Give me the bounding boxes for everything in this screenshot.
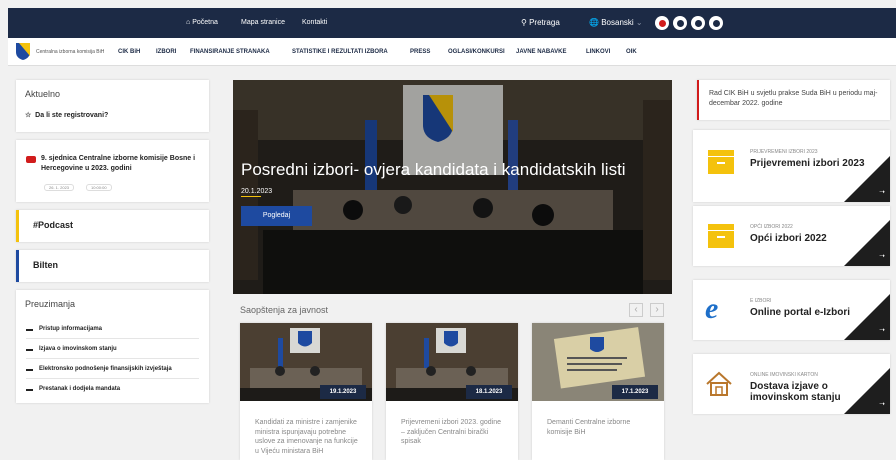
download-icon <box>26 325 33 331</box>
news-card[interactable]: 18.1.2023 Prijevremeni izbori 2023. godi… <box>386 323 518 460</box>
nav-finansiranje[interactable]: FINANSIRANJE STRANAKA <box>190 49 270 55</box>
prev-arrow-icon[interactable]: ‹ <box>629 303 643 317</box>
download-icon <box>26 345 33 351</box>
download-label: Pristup informacijama <box>39 326 103 332</box>
youtube-icon <box>26 156 36 163</box>
notice-card[interactable]: Rad CIK BiH u svjetlu prakse Suda BiH u … <box>697 80 890 120</box>
aktuelno-title: Aktuelno <box>25 89 61 99</box>
session-time: 10:00:00 <box>86 184 112 191</box>
contacts-link[interactable]: Kontakti <box>302 19 327 26</box>
next-arrow-icon[interactable]: › <box>650 303 664 317</box>
download-label: Izjava o imovinskom stanju <box>39 346 117 352</box>
news-card[interactable]: 17.1.2023 Demanti Centralne izborne komi… <box>532 323 664 460</box>
hero-date-underline <box>241 196 261 197</box>
notice-text: Rad CIK BiH u svjetlu prakse Suda BiH u … <box>709 90 878 107</box>
instagram-icon[interactable] <box>709 16 723 30</box>
download-item[interactable]: Elektronsko podnošenje finansijskih izvj… <box>26 365 172 372</box>
search-button[interactable]: ⚲ Pretraga <box>521 18 560 27</box>
registration-link[interactable]: ☆ Da li ste registrovani? <box>25 111 108 119</box>
aktuelno-card: Aktuelno ☆ Da li ste registrovani? <box>16 80 209 132</box>
nav-oglasi[interactable]: OGLASI/KONKURSI <box>448 49 505 55</box>
main-nav: Centralna izborna komisija BiH CIK BiH I… <box>8 38 896 66</box>
language-label: Bosanski <box>601 18 634 27</box>
quick-card-title: Opći izbori 2022 <box>750 233 827 244</box>
quick-card-title: Online portal e-Izbori <box>750 307 851 318</box>
nav-izbori[interactable]: IZBORI <box>156 49 176 55</box>
coat-of-arms-icon <box>16 43 30 60</box>
ballot-box-icon <box>708 150 734 174</box>
quick-card-caption: E IZBORI <box>750 298 772 304</box>
downloads-card: Preuzimanja Pristup informacijama Izjava… <box>16 290 209 403</box>
news-text: Demanti Centralne izborne komisije BiH <box>547 419 631 436</box>
press-title: Saopštenja za javnost <box>240 305 329 315</box>
news-date: 19.1.2023 <box>320 385 366 399</box>
quick-card-general-elections[interactable]: OPĆI IZBORI 2022 Opći izbori 2022 ➝ <box>693 206 890 266</box>
house-icon <box>706 371 732 396</box>
bilten-card[interactable]: Bilten <box>16 250 209 282</box>
quick-card-caption: ONLINE IMOVINSKI KARTON <box>750 372 818 378</box>
news-card[interactable]: 19.1.2023 Kandidati za ministre i zamjen… <box>240 323 372 460</box>
downloads-title: Preuzimanja <box>25 299 76 309</box>
nav-javne-nabavke[interactable]: JAVNE NABAVKE <box>516 49 566 55</box>
download-label: Prestanak i dodjela mandata <box>39 386 121 392</box>
quick-card-e-izbori[interactable]: e E IZBORI Online portal e-Izbori ➝ <box>693 280 890 340</box>
download-icon <box>26 365 33 371</box>
nav-oik[interactable]: OIK <box>626 49 637 55</box>
nav-cik-bih[interactable]: CIK BiH <box>118 49 140 55</box>
podcast-label: #Podcast <box>33 220 74 230</box>
bilten-label: Bilten <box>33 260 59 270</box>
facebook-icon[interactable] <box>673 16 687 30</box>
top-bar: ⌂ Početna Mapa stranice Kontakti ⚲ Pretr… <box>8 8 896 38</box>
home-link[interactable]: ⌂ Početna <box>186 19 218 26</box>
divider <box>26 358 199 359</box>
youtube-icon[interactable] <box>655 16 669 30</box>
news-text: Kandidati za ministre i zamjenike minist… <box>255 419 358 455</box>
language-select[interactable]: 🌐 Bosanski ⌄ <box>589 18 643 27</box>
star-icon: ☆ <box>25 112 32 119</box>
session-card[interactable]: 9. sjednica Centralne izborne komisije B… <box>16 140 209 202</box>
download-icon <box>26 385 33 391</box>
download-item[interactable]: Prestanak i dodjela mandata <box>26 385 120 392</box>
quick-card-early-elections[interactable]: PRIJEVREMENI IZBORI 2023 Prijevremeni iz… <box>693 130 890 202</box>
nav-press[interactable]: PRESS <box>410 49 430 55</box>
divider <box>26 378 199 379</box>
news-date: 17.1.2023 <box>612 385 658 399</box>
nav-linkovi[interactable]: LINKOVI <box>586 49 610 55</box>
home-label: Početna <box>192 19 218 26</box>
hero-view-button[interactable]: Pogledaj <box>241 206 312 226</box>
ballot-box-icon <box>708 224 734 248</box>
news-text: Prijevremeni izbori 2023. godine – zaklj… <box>401 419 501 445</box>
arrow-right-icon: ➝ <box>879 253 885 260</box>
search-label: Pretraga <box>529 18 560 27</box>
globe-icon: 🌐 <box>589 18 599 27</box>
hero-banner[interactable]: Posredni izbori- ovjera kandidata i kand… <box>233 80 672 294</box>
download-item[interactable]: Izjava o imovinskom stanju <box>26 345 117 352</box>
quick-card-caption: OPĆI IZBORI 2022 <box>750 224 793 230</box>
arrow-right-icon: ➝ <box>879 401 885 408</box>
sitemap-link[interactable]: Mapa stranice <box>241 19 285 26</box>
nav-statistike[interactable]: STATISTIKE I REZULTATI IZBORA <box>292 49 388 55</box>
registration-label: Da li ste registrovani? <box>35 112 109 119</box>
quick-card-asset-declaration[interactable]: ONLINE IMOVINSKI KARTON Dostava izjave o… <box>693 354 890 414</box>
session-title: 9. sjednica Centralne izborne komisije B… <box>41 155 196 172</box>
podcast-card[interactable]: #Podcast <box>16 210 209 242</box>
download-item[interactable]: Pristup informacijama <box>26 325 102 332</box>
download-label: Elektronsko podnošenje finansijskih izvj… <box>39 366 172 372</box>
arrow-right-icon: ➝ <box>879 327 885 334</box>
chevron-down-icon: ⌄ <box>635 18 643 27</box>
hero-photo <box>233 80 672 294</box>
search-icon: ⚲ <box>521 18 527 27</box>
hero-date: 20.1.2023 <box>241 188 273 195</box>
divider <box>26 338 199 339</box>
internet-explorer-icon: e <box>705 292 719 325</box>
session-date: 26. 1. 2023 <box>44 184 75 191</box>
twitter-icon[interactable] <box>691 16 705 30</box>
quick-card-caption: PRIJEVREMENI IZBORI 2023 <box>750 149 818 155</box>
logo[interactable] <box>15 42 31 66</box>
arrow-right-icon: ➝ <box>879 189 885 196</box>
news-date: 18.1.2023 <box>466 385 512 399</box>
hero-title: Posredni izbori- ovjera kandidata i kand… <box>241 160 626 179</box>
logo-text: Centralna izborna komisija BiH <box>36 49 105 55</box>
